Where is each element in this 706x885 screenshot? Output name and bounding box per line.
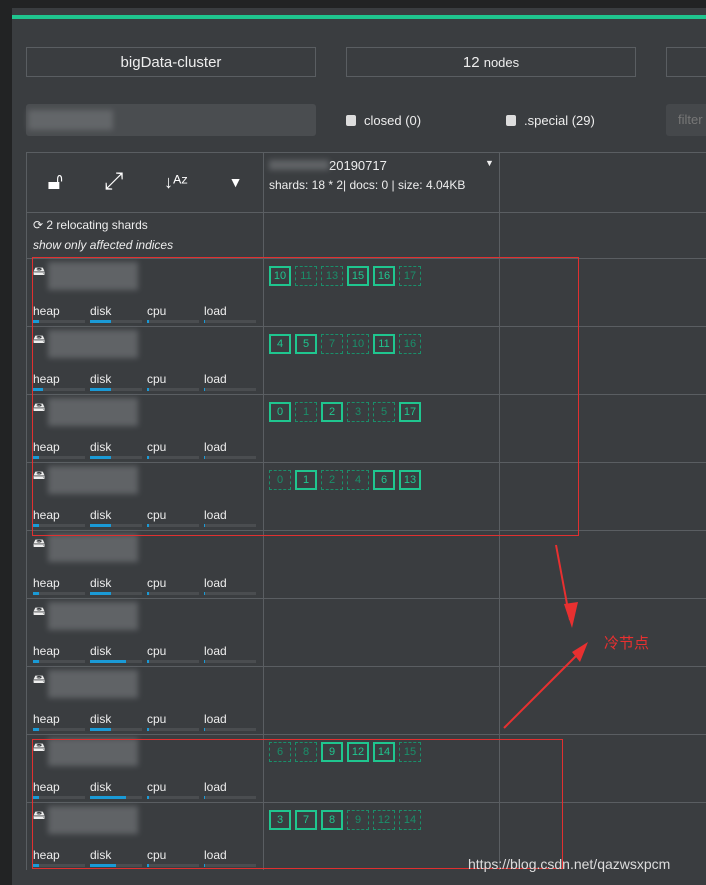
cold-node-annotation: 冷节点 [604, 635, 650, 652]
arrowhead [564, 602, 578, 628]
watermark: https://blog.csdn.net/qazwsxpcm [468, 856, 671, 872]
annotation-arrows [503, 544, 588, 729]
arrow-line [503, 651, 581, 729]
